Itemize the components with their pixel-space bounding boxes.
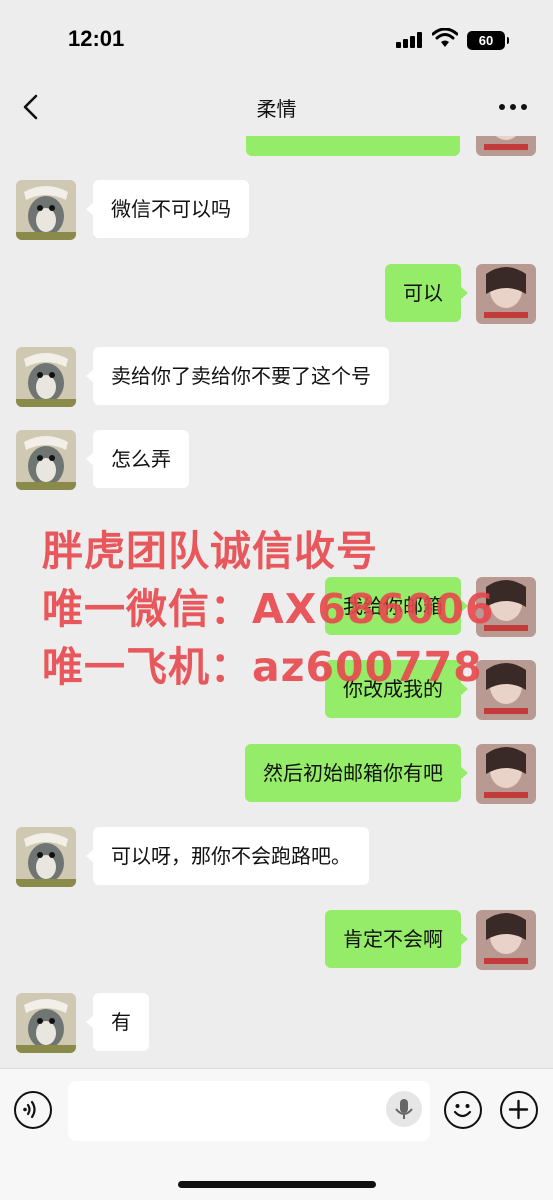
- chat-screen: 微信不可以吗 可以 卖给你了卖给你不要了这个号 怎么弄 我给你邮箱 你改成我的 …: [0, 0, 553, 1200]
- cellular-signal-icon: [396, 32, 424, 48]
- more-horizontal-icon[interactable]: [497, 94, 529, 120]
- status-time: 12:01: [68, 26, 125, 51]
- message-bubble[interactable]: 微信不可以吗: [86, 180, 249, 238]
- avatar-contact[interactable]: [16, 827, 76, 887]
- avatar-contact[interactable]: [16, 180, 76, 240]
- avatar-self[interactable]: [476, 577, 536, 637]
- avatar-contact[interactable]: [16, 430, 76, 490]
- avatar-self[interactable]: [476, 744, 536, 804]
- emoji-icon[interactable]: [444, 1091, 482, 1129]
- message-bubble[interactable]: 可以呀，那你不会跑路吧。: [86, 827, 369, 885]
- message-bubble[interactable]: 我给你邮箱: [325, 577, 468, 635]
- status-bar: 12:01 60: [0, 0, 553, 80]
- message-bubble[interactable]: 然后初始邮箱你有吧: [245, 744, 468, 802]
- home-indicator: [178, 1181, 376, 1188]
- message-bubble[interactable]: 卖给你了卖给你不要了这个号: [86, 347, 389, 405]
- message-bubble[interactable]: 可以: [385, 264, 468, 322]
- message-input[interactable]: [68, 1081, 430, 1141]
- avatar-contact[interactable]: [16, 347, 76, 407]
- voice-icon[interactable]: [14, 1091, 52, 1129]
- avatar-contact[interactable]: [16, 993, 76, 1053]
- avatar-self[interactable]: [476, 660, 536, 720]
- battery-indicator: 60: [467, 31, 509, 50]
- message-list[interactable]: 微信不可以吗 可以 卖给你了卖给你不要了这个号 怎么弄 我给你邮箱 你改成我的 …: [0, 0, 553, 1068]
- wifi-icon: [431, 27, 459, 48]
- plus-icon[interactable]: [500, 1091, 538, 1129]
- input-bar: [0, 1068, 553, 1200]
- message-bubble[interactable]: 你改成我的: [325, 660, 468, 718]
- nav-bar: 柔情: [0, 80, 553, 136]
- message-bubble[interactable]: 有: [86, 993, 149, 1051]
- message-bubble[interactable]: 肯定不会啊: [325, 910, 468, 968]
- message-bubble[interactable]: 怎么弄: [86, 430, 189, 488]
- chat-title: 柔情: [256, 97, 297, 121]
- avatar-self[interactable]: [476, 910, 536, 970]
- avatar-self[interactable]: [476, 264, 536, 324]
- mic-icon[interactable]: [386, 1091, 422, 1127]
